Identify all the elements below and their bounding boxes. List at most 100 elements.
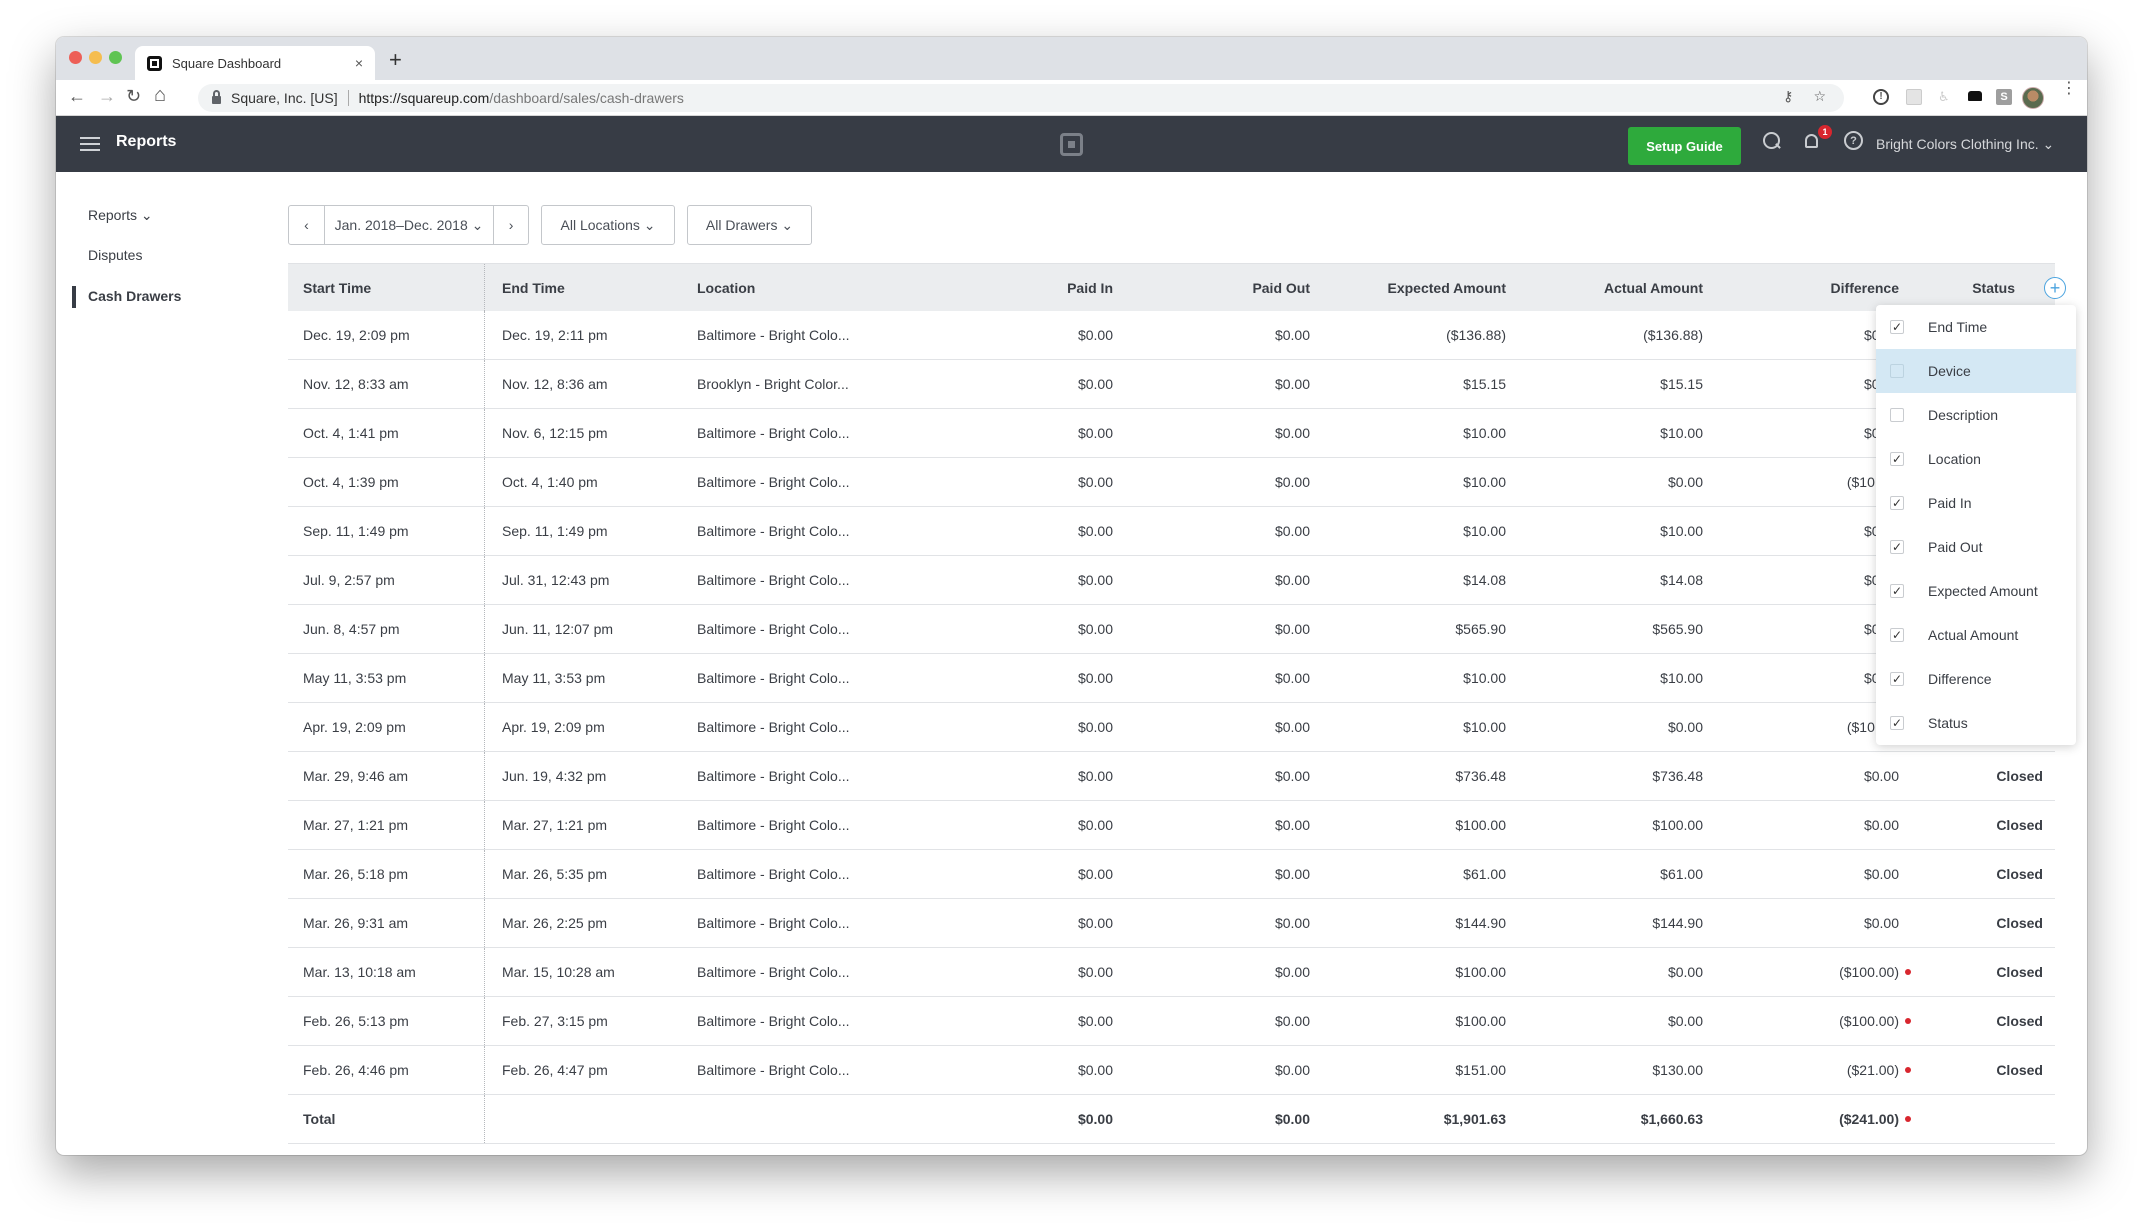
table-row[interactable]: Mar. 13, 10:18 am Mar. 15, 10:28 am Baltim…: [288, 948, 2055, 997]
table-row[interactable]: Mar. 27, 1:21 pm Mar. 27, 1:21 pm Baltimor…: [288, 801, 2055, 850]
table-row[interactable]: Dec. 19, 2:09 pm Dec. 19, 2:11 pm Baltimor…: [288, 311, 2055, 360]
site-identity[interactable]: Square, Inc. [US]: [231, 90, 338, 106]
checkbox-checked[interactable]: ✓: [1890, 628, 1904, 642]
browser-tab[interactable]: Square Dashboard ×: [135, 46, 375, 80]
column-option-end-time[interactable]: ✓ End Time: [1876, 305, 2076, 349]
back-button[interactable]: ←: [68, 86, 86, 107]
cell-status-text: Closed: [1996, 1062, 2043, 1078]
date-range-select[interactable]: Jan. 2018–Dec. 2018 ⌄: [323, 206, 493, 244]
checkbox-checked[interactable]: ✓: [1890, 672, 1904, 686]
column-header-status[interactable]: Status: [1972, 264, 2015, 311]
cell-start-time-text: Nov. 12, 8:33 am: [303, 376, 409, 392]
square-ext-icon[interactable]: [1906, 89, 1922, 105]
browser-menu-icon[interactable]: ⋮: [2061, 81, 2077, 97]
reload-button[interactable]: ↻: [126, 86, 141, 107]
checkbox-checked[interactable]: ✓: [1890, 540, 1904, 554]
close-tab-icon[interactable]: ×: [355, 55, 363, 71]
cell-paid-out: $0.00: [1275, 1095, 1310, 1143]
table-row[interactable]: Jun. 8, 4:57 pm Jun. 11, 12:07 pm Baltimor…: [288, 605, 2055, 654]
cell-paid-in: $0.00: [1078, 1046, 1113, 1094]
cell-difference: $0.00: [1864, 899, 1899, 947]
square-logo-icon[interactable]: [1060, 133, 1083, 156]
column-option-description[interactable]: Description: [1876, 393, 2076, 437]
cell-end-time-text: Mar. 27, 1:21 pm: [502, 817, 608, 833]
cell-expected-amount: ($136.88): [1446, 311, 1506, 359]
profile-avatar[interactable]: [2022, 87, 2044, 109]
locations-filter[interactable]: All Locations ⌄: [541, 205, 675, 245]
column-header-start-time[interactable]: Start Time: [303, 264, 371, 311]
cell-paid-in: $0.00: [1078, 556, 1113, 604]
account-menu[interactable]: Bright Colors Clothing Inc. ⌄: [1876, 136, 2054, 153]
wheelchair-icon[interactable]: ♿: [1938, 89, 1950, 105]
cell-location: Baltimore - Bright Colo...: [697, 948, 850, 996]
s-ext-icon[interactable]: S: [1996, 89, 2012, 105]
setup-guide-button[interactable]: Setup Guide: [1628, 127, 1741, 165]
hamburger-menu-icon[interactable]: [80, 137, 100, 151]
discrepancy-indicator-icon: [1905, 1018, 1911, 1024]
cell-expected-amount-text: $1,901.63: [1443, 1111, 1506, 1127]
home-button[interactable]: ⌂: [154, 84, 166, 107]
cell-paid-in-text: $0.00: [1077, 523, 1113, 539]
cell-actual-amount: $100.00: [1652, 801, 1703, 849]
cell-location: Baltimore - Bright Colo...: [697, 311, 850, 359]
table-row[interactable]: Nov. 12, 8:33 am Nov. 12, 8:36 am Brooklyn…: [288, 360, 2055, 409]
sidebar-item-disputes[interactable]: Disputes: [88, 247, 142, 263]
help-icon[interactable]: ?: [1844, 131, 1863, 150]
column-option-device[interactable]: Device: [1876, 349, 2076, 393]
column-header-paid-in[interactable]: Paid In: [1067, 264, 1113, 311]
column-option-paid-in[interactable]: ✓ Paid In: [1876, 481, 2076, 525]
table-row[interactable]: May 11, 3:53 pm May 11, 3:53 pm Baltimore …: [288, 654, 2055, 703]
forward-button[interactable]: →: [98, 86, 116, 107]
key-icon[interactable]: ⚷: [1783, 88, 1793, 105]
column-header-actual-amount[interactable]: Actual Amount: [1604, 264, 1703, 311]
next-period-button[interactable]: ›: [493, 206, 528, 244]
table-row[interactable]: Oct. 4, 1:41 pm Nov. 6, 12:15 pm Baltimore…: [288, 409, 2055, 458]
drawers-select[interactable]: All Drawers ⌄: [688, 206, 811, 244]
column-option-actual-amount[interactable]: ✓ Actual Amount: [1876, 613, 2076, 657]
checkbox-checked[interactable]: ✓: [1890, 584, 1904, 598]
column-option-status[interactable]: ✓ Status: [1876, 701, 2076, 745]
column-header-end-time[interactable]: End Time: [502, 264, 565, 311]
column-header-difference[interactable]: Difference: [1831, 264, 1899, 311]
column-option-location[interactable]: ✓ Location: [1876, 437, 2076, 481]
maximize-window-button[interactable]: [109, 51, 122, 64]
address-bar[interactable]: Square, Inc. [US] https://squareup.com /…: [198, 84, 1844, 112]
bookmark-star-icon[interactable]: ☆: [1813, 88, 1826, 105]
cell-expected-amount: $1,901.63: [1444, 1095, 1506, 1143]
checkbox-unchecked[interactable]: [1890, 408, 1904, 422]
table-row[interactable]: Mar. 26, 5:18 pm Mar. 26, 5:35 pm Baltimor…: [288, 850, 2055, 899]
previous-period-button[interactable]: ‹: [289, 206, 324, 244]
table-row[interactable]: Oct. 4, 1:39 pm Oct. 4, 1:40 pm Baltimore …: [288, 458, 2055, 507]
column-header-location[interactable]: Location: [697, 264, 755, 311]
sidebar-item-cash-drawers[interactable]: Cash Drawers: [88, 288, 181, 304]
column-option-difference[interactable]: ✓ Difference: [1876, 657, 2076, 701]
search-icon[interactable]: [1763, 132, 1781, 150]
table-row[interactable]: Feb. 26, 5:13 pm Feb. 27, 3:15 pm Baltimor…: [288, 997, 2055, 1046]
table-row[interactable]: Apr. 19, 2:09 pm Apr. 19, 2:09 pm Baltimor…: [288, 703, 2055, 752]
car-icon[interactable]: [1968, 91, 1982, 101]
column-option-paid-out[interactable]: ✓ Paid Out: [1876, 525, 2076, 569]
add-column-button[interactable]: +: [2044, 277, 2066, 299]
column-divider: [484, 850, 485, 898]
checkbox-checked[interactable]: ✓: [1890, 320, 1904, 334]
table-row[interactable]: Jul. 9, 2:57 pm Jul. 31, 12:43 pm Baltimor…: [288, 556, 2055, 605]
drawers-filter[interactable]: All Drawers ⌄: [687, 205, 812, 245]
sidebar-item-reports[interactable]: Reports ⌄: [88, 207, 153, 224]
cell-paid-out: $0.00: [1275, 409, 1310, 457]
column-header-expected-amount[interactable]: Expected Amount: [1388, 264, 1507, 311]
minimize-window-button[interactable]: [89, 51, 102, 64]
column-option-expected-amount[interactable]: ✓ Expected Amount: [1876, 569, 2076, 613]
column-header-paid-out[interactable]: Paid Out: [1252, 264, 1310, 311]
new-tab-button[interactable]: +: [389, 47, 402, 73]
checkbox-checked[interactable]: ✓: [1890, 496, 1904, 510]
locations-select[interactable]: All Locations ⌄: [542, 206, 674, 244]
info-icon[interactable]: !: [1873, 89, 1889, 105]
table-row[interactable]: Mar. 26, 9:31 am Mar. 26, 2:25 pm Baltimor…: [288, 899, 2055, 948]
checkbox-checked[interactable]: ✓: [1890, 452, 1904, 466]
checkbox-unchecked[interactable]: [1890, 364, 1904, 378]
table-row[interactable]: Feb. 26, 4:46 pm Feb. 26, 4:47 pm Baltimor…: [288, 1046, 2055, 1095]
table-row[interactable]: Sep. 11, 1:49 pm Sep. 11, 1:49 pm Baltimor…: [288, 507, 2055, 556]
close-window-button[interactable]: [69, 51, 82, 64]
table-row[interactable]: Mar. 29, 9:46 am Jun. 19, 4:32 pm Baltimor…: [288, 752, 2055, 801]
checkbox-checked[interactable]: ✓: [1890, 716, 1904, 730]
